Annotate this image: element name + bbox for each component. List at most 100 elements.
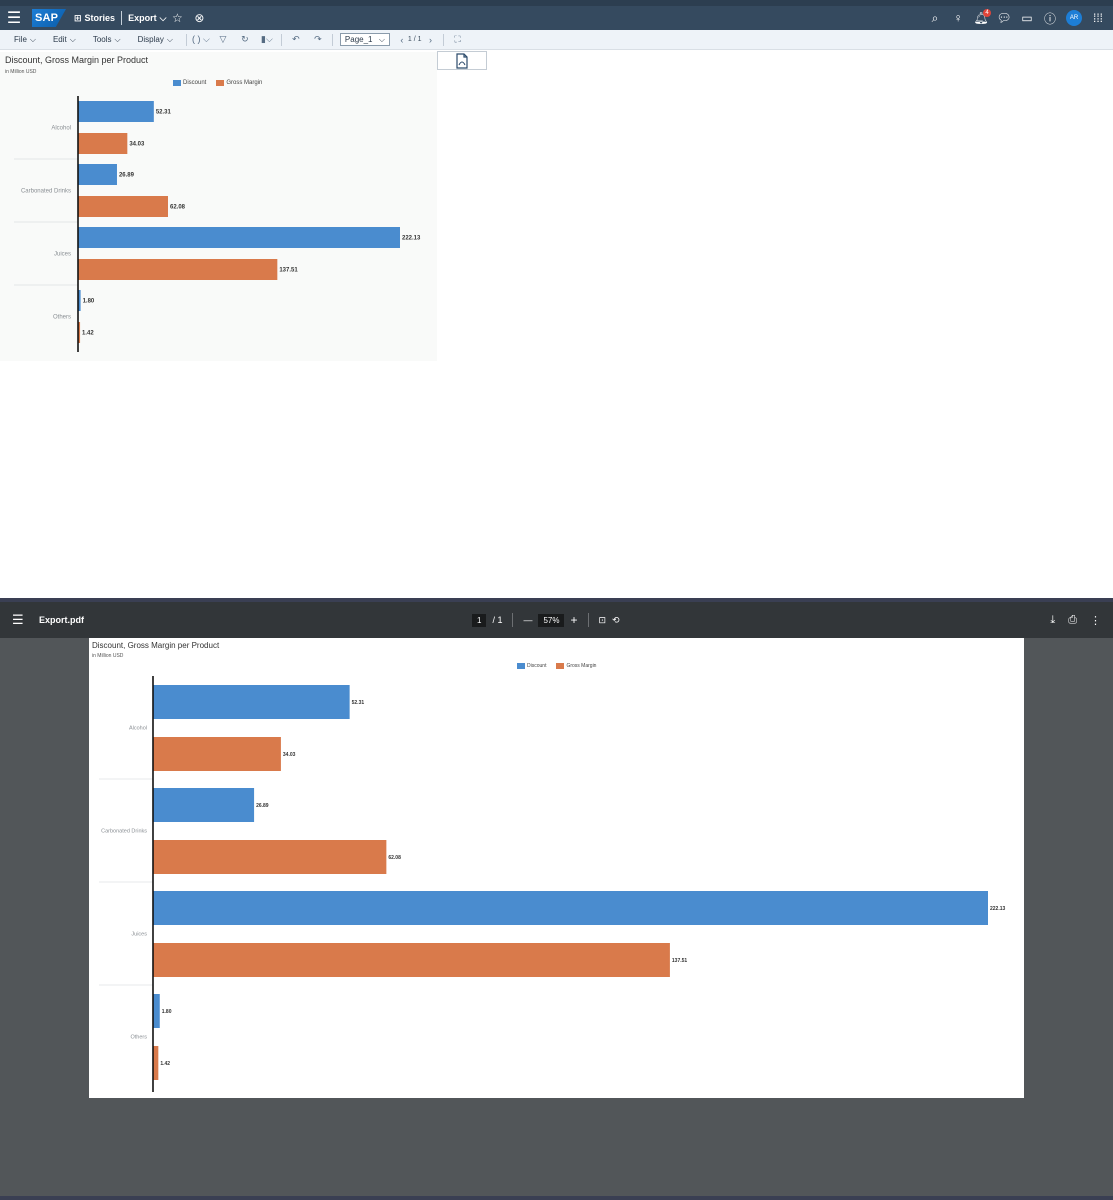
- bar-discount: [153, 685, 350, 719]
- story-name: Export: [128, 13, 157, 23]
- refresh-icon[interactable]: ↻: [234, 34, 256, 45]
- chevron-down-icon: ⌵: [29, 34, 36, 44]
- divider: [587, 613, 589, 627]
- chevron-down-icon: ⌵: [159, 12, 167, 23]
- data-label: 62.08: [170, 205, 186, 211]
- data-label: 1.42: [160, 1061, 170, 1067]
- category-label: Alcohol: [51, 126, 71, 132]
- next-page-icon[interactable]: ›: [422, 35, 440, 45]
- bar-discount: [78, 101, 154, 122]
- pdf-export-button[interactable]: [437, 51, 487, 70]
- bar-discount: [78, 164, 117, 185]
- lightbulb-icon[interactable]: ♀: [947, 7, 969, 29]
- divider: [512, 613, 514, 627]
- formula-icon[interactable]: ( ) ⌵: [190, 34, 212, 45]
- story-name-dropdown[interactable]: Export ⌵: [128, 13, 166, 24]
- bookmark-icon[interactable]: ▮⌵: [256, 34, 278, 45]
- bar-discount: [78, 227, 400, 248]
- viewer-bottom-border: [0, 1196, 1113, 1200]
- stories-button[interactable]: ⊞ Stories: [74, 13, 115, 24]
- filter-icon[interactable]: ▽: [212, 34, 234, 45]
- data-label: 137.51: [672, 958, 688, 964]
- notification-badge: 4: [983, 9, 991, 17]
- file-menu[interactable]: File ⌵: [14, 35, 39, 45]
- bar-gross-margin: [78, 133, 128, 154]
- undo-icon[interactable]: ↶: [285, 34, 307, 45]
- avatar[interactable]: AR: [1066, 10, 1082, 26]
- redo-icon[interactable]: ↷: [307, 34, 329, 45]
- data-label: 62.08: [388, 855, 401, 861]
- file-menu-label: File: [14, 35, 27, 44]
- bar-chart: Alcohol 52.31 34.03 Carbonated Drinks 26.89 6…: [99, 676, 1006, 1092]
- page-total: / 1: [492, 615, 503, 625]
- close-circle-icon[interactable]: ⊗: [188, 7, 210, 29]
- data-label: 1.80: [162, 1009, 172, 1015]
- data-label: 222.13: [402, 236, 421, 242]
- chat-icon[interactable]: 💬︎: [993, 7, 1015, 29]
- bar-gross-margin: [153, 1046, 159, 1080]
- tools-menu[interactable]: Tools ⌵: [93, 35, 124, 45]
- data-label: 222.13: [990, 906, 1006, 912]
- chevron-down-icon: ⌵: [114, 34, 121, 44]
- divider: [331, 33, 333, 46]
- data-label: 34.03: [129, 142, 145, 148]
- rotate-icon[interactable]: ⟲: [612, 615, 620, 626]
- pdf-viewer-toolbar: ☰ Export.pdf 1 / 1 — 57% + ⊡ ⟲ ⤓ ⎙ ⋮: [0, 602, 1113, 638]
- zoom-out-icon[interactable]: —: [523, 615, 532, 625]
- stories-label: Stories: [84, 13, 116, 23]
- data-label: 52.31: [156, 110, 172, 116]
- previous-page-icon[interactable]: ‹: [396, 35, 408, 45]
- chart-widget[interactable]: Discount, Gross Margin per Product in Mi…: [0, 52, 437, 361]
- category-label: Others: [130, 1035, 147, 1041]
- edit-menu[interactable]: Edit ⌵: [53, 35, 79, 45]
- app-grid-icon[interactable]: ⁞⁞⁞: [1087, 7, 1109, 29]
- favorite-star-icon[interactable]: ☆: [166, 7, 188, 29]
- page-number-input[interactable]: 1: [472, 613, 487, 627]
- data-label: 34.03: [283, 752, 296, 758]
- pdf-page: Discount, Gross Margin per Product in Mi…: [89, 638, 1024, 1098]
- notifications-bell-icon[interactable]: 🔔︎ 4: [970, 7, 992, 29]
- category-label: Carbonated Drinks: [21, 189, 71, 195]
- category-label: Juices: [131, 932, 147, 938]
- category-label: Alcohol: [129, 726, 147, 732]
- data-label: 26.89: [256, 803, 269, 809]
- divider: [442, 33, 444, 46]
- bar-gross-margin: [78, 196, 168, 217]
- data-label: 1.80: [83, 299, 95, 305]
- tools-menu-label: Tools: [92, 35, 112, 44]
- search-icon[interactable]: ⌕: [924, 7, 946, 29]
- shell-bar: ☰ SAP ⊞ Stories Export ⌵ ☆ ⊗ ⌕ ♀ 🔔︎ 4 💬︎ …: [0, 0, 1113, 30]
- menu-icon[interactable]: ☰: [12, 612, 30, 628]
- print-icon[interactable]: ⎙: [1068, 614, 1077, 627]
- divider: [280, 33, 282, 46]
- bar-gross-margin: [78, 259, 278, 280]
- help-icon[interactable]: ⓘ: [1039, 7, 1061, 29]
- more-options-icon[interactable]: ⋮: [1090, 614, 1101, 627]
- bar-chart: Alcohol 52.31 34.03 Carbonated Drinks 26.89 6…: [14, 96, 421, 352]
- page-select[interactable]: Page_1 ⌵: [339, 33, 390, 46]
- feedback-icon[interactable]: ▭: [1016, 7, 1038, 29]
- viewer-actions: ⤓ ⎙ ⋮: [1050, 602, 1101, 638]
- bar-discount: [153, 891, 988, 925]
- fit-page-icon[interactable]: ⊡: [599, 615, 607, 626]
- fullscreen-icon[interactable]: ⛶: [447, 34, 469, 45]
- category-label: Carbonated Drinks: [101, 829, 147, 835]
- chevron-down-icon: ⌵: [378, 34, 385, 44]
- viewer-controls: 1 / 1 — 57% + ⊡ ⟲: [472, 602, 620, 638]
- pdf-file-title: Export.pdf: [39, 615, 84, 625]
- bar-gross-margin: [153, 943, 670, 977]
- story-toolbar: File ⌵ Edit ⌵ Tools ⌵ Display ⌵ ( ) ⌵ ▽ ↻ ▮⌵…: [0, 30, 1113, 50]
- download-icon[interactable]: ⤓: [1050, 614, 1055, 627]
- sap-logo[interactable]: SAP: [32, 9, 66, 27]
- bar-gross-margin: [153, 840, 387, 874]
- menu-icon[interactable]: ☰: [0, 6, 28, 30]
- chevron-down-icon: ⌵: [166, 34, 173, 44]
- zoom-input[interactable]: 57%: [538, 613, 565, 627]
- category-label: Juices: [54, 252, 71, 258]
- page-select-value: Page_1: [344, 35, 373, 44]
- display-menu[interactable]: Display ⌵: [138, 35, 176, 45]
- edit-menu-label: Edit: [52, 35, 67, 44]
- data-label: 52.31: [352, 700, 365, 706]
- zoom-in-icon[interactable]: +: [570, 613, 577, 627]
- divider: [121, 11, 123, 25]
